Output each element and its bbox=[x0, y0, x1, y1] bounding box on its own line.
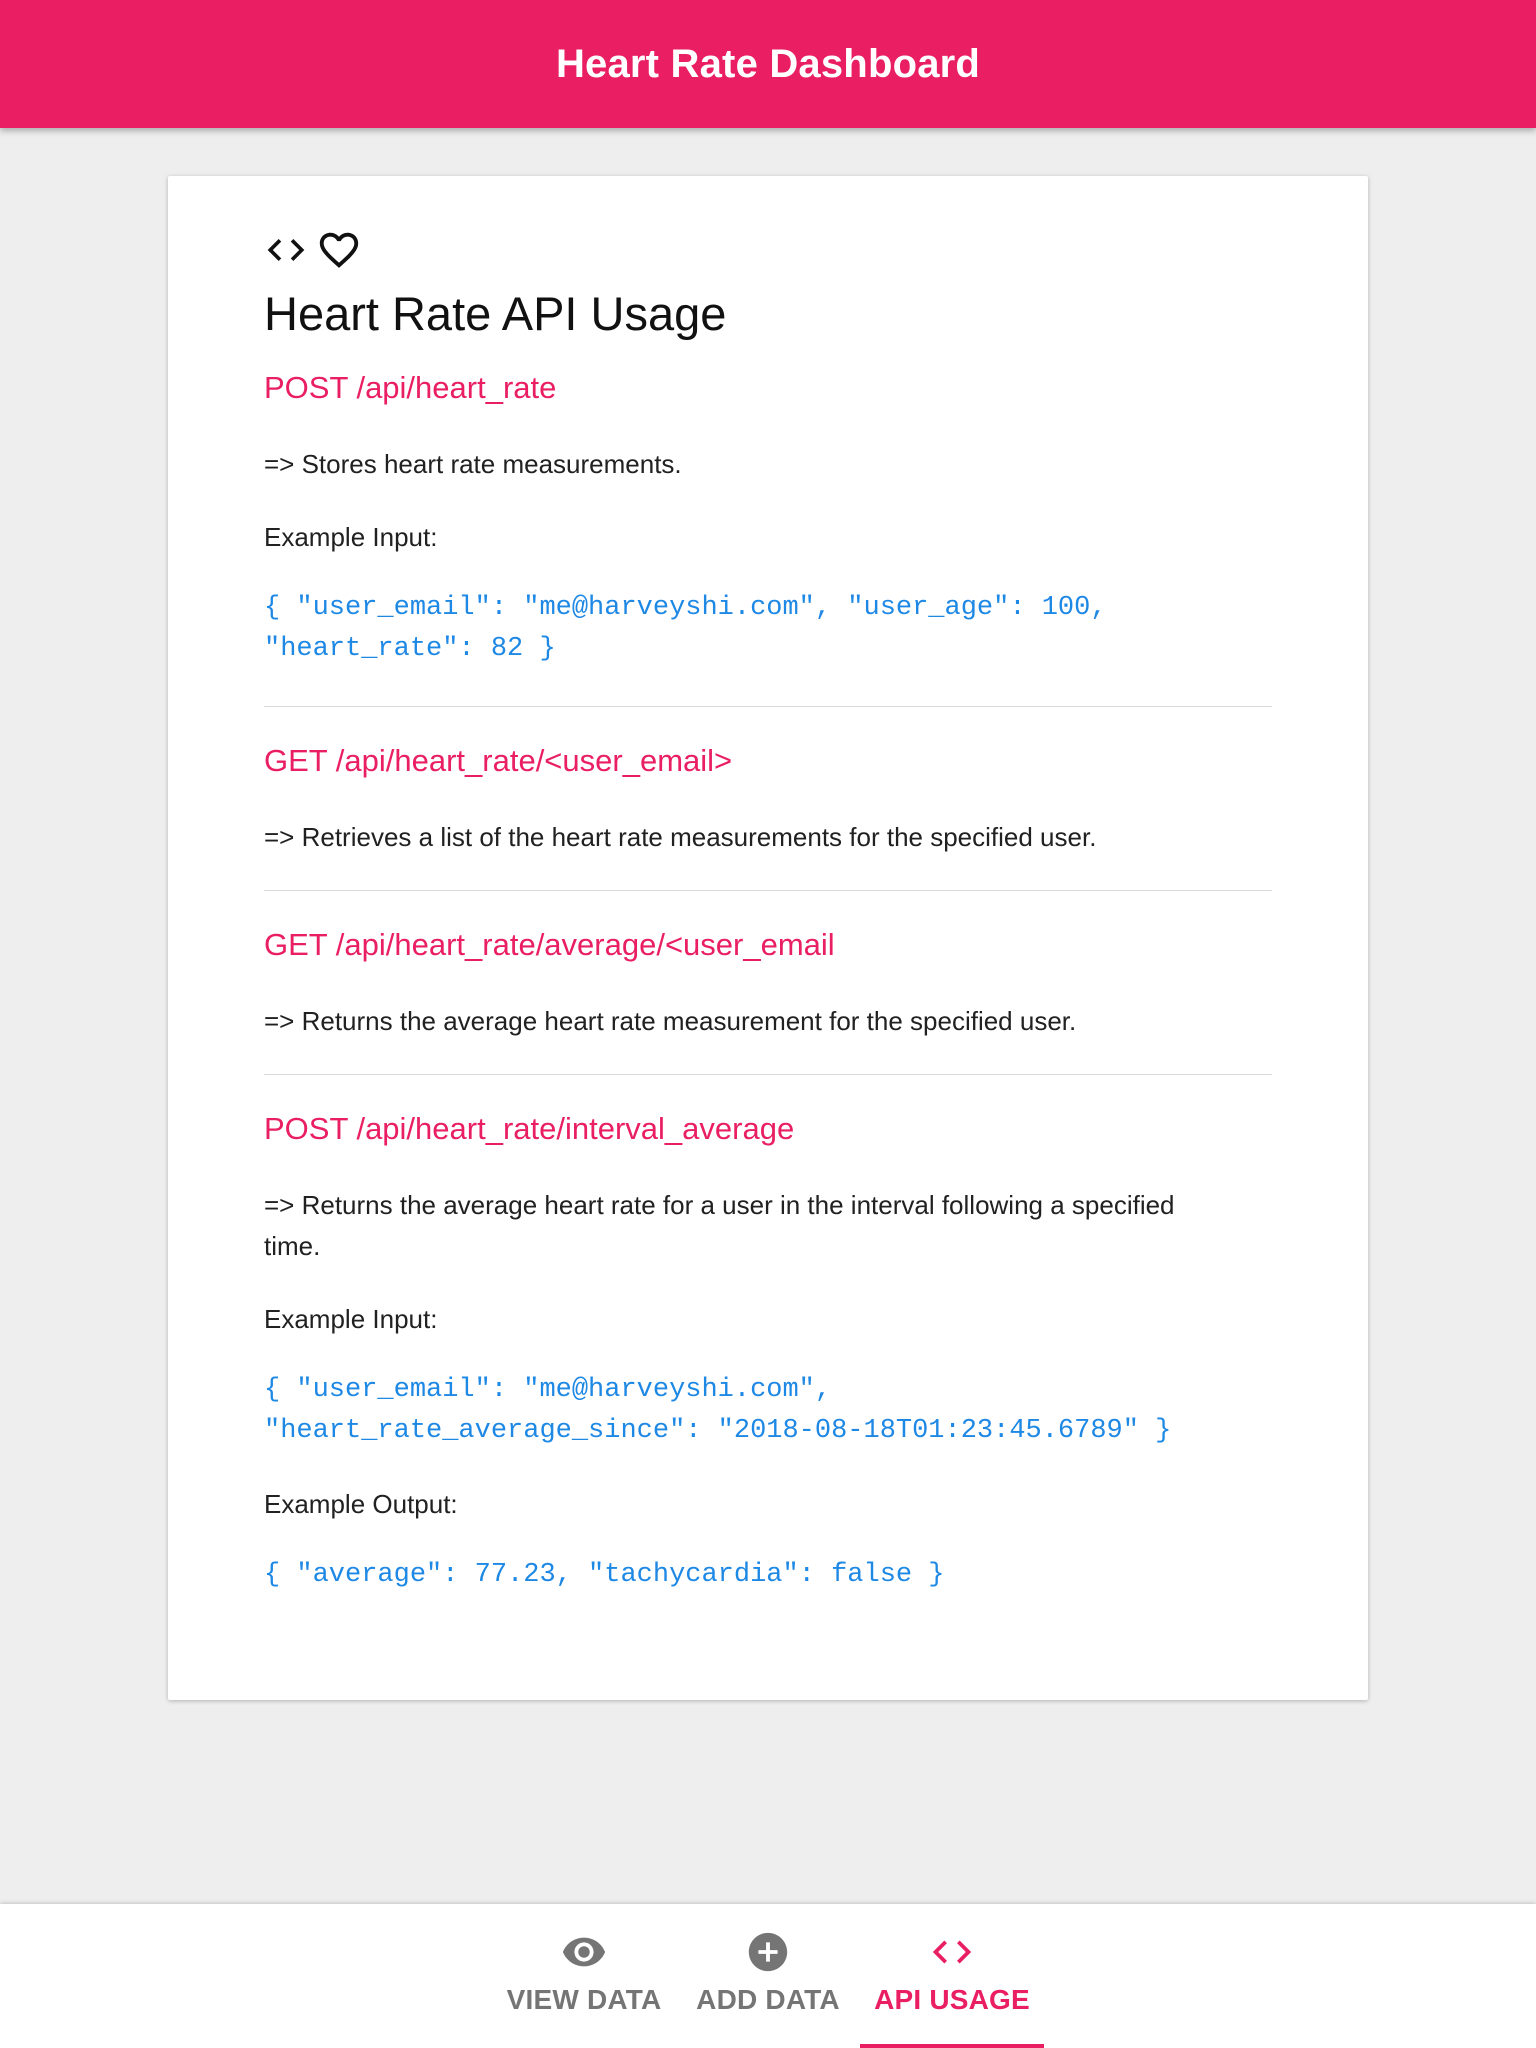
card-header-icons bbox=[264, 226, 1272, 274]
section-divider bbox=[264, 706, 1272, 708]
code-icon bbox=[264, 228, 308, 272]
endpoint-get-heart-rate: GET /api/heart_rate/<user_email> => Retr… bbox=[264, 741, 1272, 858]
example-output-code: { "average": 77.23, "tachycardia": false… bbox=[264, 1555, 1272, 1596]
endpoint-title: POST /api/heart_rate/interval_average bbox=[264, 1111, 795, 1147]
endpoint-title: GET /api/heart_rate/average/<user_email bbox=[264, 927, 835, 963]
app-title: Heart Rate Dashboard bbox=[555, 41, 981, 86]
example-input-code: { "user_email": "me@harveyshi.com", "use… bbox=[264, 588, 1272, 670]
endpoint-description: => Retrieves a list of the heart rate me… bbox=[264, 822, 1097, 853]
section-divider bbox=[264, 890, 1272, 892]
nav-label: VIEW DATA bbox=[506, 1984, 662, 2015]
api-usage-card: Heart Rate API Usage POST /api/heart_rat… bbox=[168, 176, 1368, 1700]
active-tab-indicator bbox=[860, 2044, 1044, 2048]
code-line: "heart_rate": 82 } bbox=[264, 634, 556, 665]
nav-item-view-data[interactable]: VIEW DATA bbox=[492, 1904, 676, 2048]
endpoint-post-heart-rate: POST /api/heart_rate => Stores heart rat… bbox=[264, 368, 1272, 670]
section-divider bbox=[264, 1074, 1272, 1076]
code-line: { "user_email": "me@harveyshi.com", bbox=[264, 1375, 832, 1406]
example-output-label: Example Output: bbox=[264, 1489, 458, 1520]
example-input-label: Example Input: bbox=[264, 522, 438, 553]
nav-label: API USAGE bbox=[874, 1984, 1030, 2015]
endpoint-post-interval-average: POST /api/heart_rate/interval_average =>… bbox=[264, 1109, 1272, 1596]
nav-item-add-data[interactable]: ADD DATA bbox=[676, 1904, 860, 2048]
endpoint-title: GET /api/heart_rate/<user_email> bbox=[264, 743, 733, 779]
code-line: { "average": 77.23, "tachycardia": false… bbox=[264, 1560, 945, 1591]
nav-label: ADD DATA bbox=[696, 1984, 840, 2015]
page-title: Heart Rate API Usage bbox=[264, 287, 727, 340]
description-line: time. bbox=[264, 1231, 321, 1262]
nav-item-api-usage[interactable]: API USAGE bbox=[860, 1904, 1044, 2048]
app-bar: Heart Rate Dashboard bbox=[0, 0, 1536, 128]
endpoint-description: => Stores heart rate measurements. bbox=[264, 449, 682, 480]
description-line: => Returns the average heart rate for a … bbox=[264, 1190, 1175, 1221]
endpoint-get-average: GET /api/heart_rate/average/<user_email … bbox=[264, 925, 1272, 1042]
add-circle-icon bbox=[745, 1928, 791, 1976]
example-input-code: { "user_email": "me@harveyshi.com", "hea… bbox=[264, 1370, 1272, 1452]
endpoint-description: => Returns the average heart rate for a … bbox=[264, 1185, 1272, 1267]
code-icon bbox=[929, 1928, 975, 1976]
endpoint-description: => Returns the average heart rate measur… bbox=[264, 1006, 1077, 1037]
heart-outline-icon bbox=[316, 227, 362, 273]
endpoint-title: POST /api/heart_rate bbox=[264, 370, 557, 406]
code-line: "heart_rate_average_since": "2018-08-18T… bbox=[264, 1416, 1172, 1447]
example-input-label: Example Input: bbox=[264, 1304, 438, 1335]
bottom-navigation: VIEW DATA ADD DATA API USAGE bbox=[0, 1904, 1536, 2048]
eye-icon bbox=[561, 1928, 607, 1976]
code-line: { "user_email": "me@harveyshi.com", "use… bbox=[264, 593, 1107, 624]
